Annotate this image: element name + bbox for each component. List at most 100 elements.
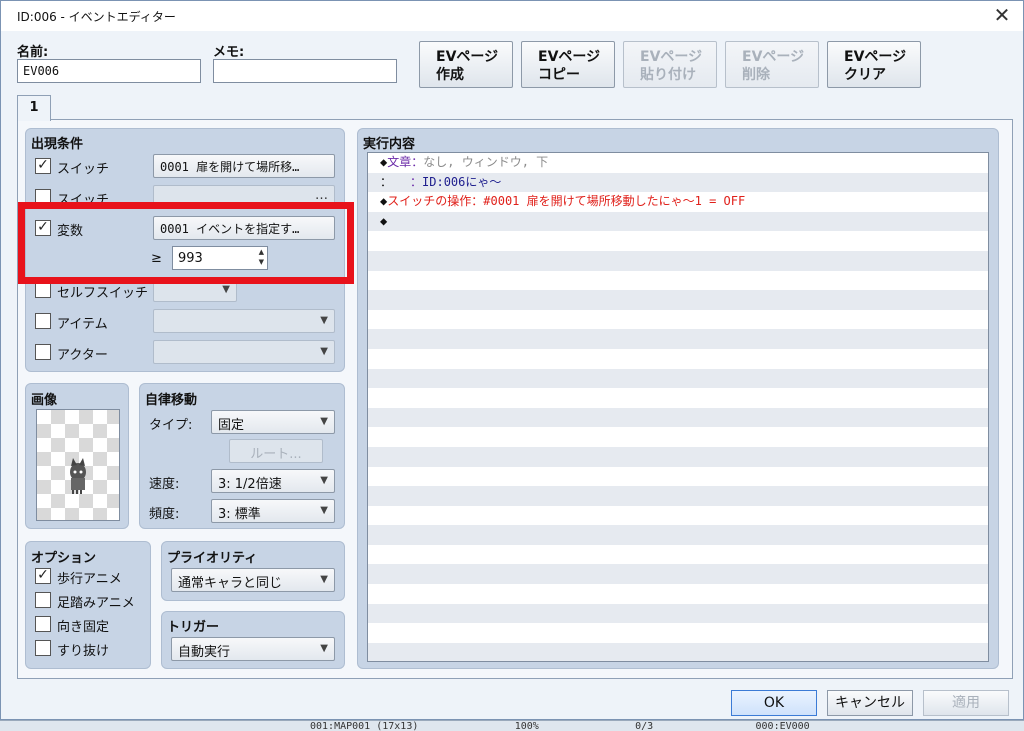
switch1-value: 0001 扉を開けて場所移… xyxy=(160,160,300,174)
frequency-label: 頻度: xyxy=(149,507,180,522)
button-line1: EVページ xyxy=(844,49,907,65)
button-line1: EVページ xyxy=(436,49,499,65)
type-select[interactable]: 固定 ▼ xyxy=(211,410,335,434)
item-label: アイテム xyxy=(57,317,108,332)
frequency-value: 3: 標準 xyxy=(218,507,261,522)
button-line2: 削除 xyxy=(742,67,770,83)
chevron-down-icon: ▼ xyxy=(222,284,230,295)
list-item xyxy=(368,603,988,624)
tab-page-1[interactable]: 1 xyxy=(17,95,51,121)
item-select[interactable]: ▼ xyxy=(153,309,335,333)
actor-select[interactable]: ▼ xyxy=(153,340,335,364)
command-args: なし, ウィンドウ, 下 xyxy=(423,155,549,169)
line-separator: ： xyxy=(411,155,424,169)
button-line1: EVページ xyxy=(640,49,703,65)
list-item xyxy=(368,505,988,526)
list-item xyxy=(368,407,988,428)
button-line1: EVページ xyxy=(538,49,601,65)
ev-page-paste-button[interactable]: EVページ 貼り付け xyxy=(623,41,717,88)
type-label: タイプ: xyxy=(149,418,193,433)
list-item xyxy=(368,446,988,467)
button-line2: 作成 xyxy=(436,67,464,83)
chevron-down-icon: ▼ xyxy=(320,505,328,516)
walking-anim-checkbox[interactable]: ✓ xyxy=(35,568,51,584)
ellipsis-icon: … xyxy=(315,188,328,203)
name-field[interactable]: EV006 xyxy=(17,59,201,83)
autonomous-title: 自律移動 xyxy=(145,393,198,408)
chevron-down-icon: ▼ xyxy=(320,574,328,585)
ev-page-create-button[interactable]: EVページ 作成 xyxy=(419,41,513,88)
event-command-list[interactable]: ◆文章：なし, ウィンドウ, 下 ： ：ID:006にゃ～ ◆スイッチの操作：#… xyxy=(367,152,989,662)
item-checkbox[interactable] xyxy=(35,313,51,329)
list-item xyxy=(368,368,988,389)
options-title: オプション xyxy=(31,551,97,566)
self-switch-checkbox[interactable] xyxy=(35,282,51,298)
cancel-button[interactable]: キャンセル xyxy=(827,690,913,716)
list-item[interactable]: ： ：ID:006にゃ～ xyxy=(368,172,988,193)
list-item xyxy=(368,486,988,506)
chevron-down-icon: ▼ xyxy=(320,315,328,326)
list-item xyxy=(368,466,988,487)
list-item xyxy=(368,348,988,369)
actor-label: アクター xyxy=(57,348,108,363)
button-line2: 貼り付け xyxy=(640,67,696,83)
route-button[interactable]: ルート... xyxy=(229,439,323,463)
ev-page-copy-button[interactable]: EVページ コピー xyxy=(521,41,615,88)
list-item[interactable]: ◆ xyxy=(368,211,988,232)
chevron-down-icon: ▼ xyxy=(320,346,328,357)
button-line2: コピー xyxy=(538,67,580,83)
through-checkbox[interactable] xyxy=(35,640,51,656)
background-status-strip: 001:MAP001 (17x13) 100% 0/3 000:EV000 xyxy=(0,720,1024,731)
walking-anim-label: 歩行アニメ xyxy=(57,572,122,587)
switch1-checkbox[interactable]: ✓ xyxy=(35,158,51,174)
command-args: ID:006にゃ～ xyxy=(422,174,502,189)
ok-button[interactable]: OK xyxy=(731,690,817,716)
frequency-select[interactable]: 3: 標準 ▼ xyxy=(211,499,335,523)
button-line2: クリア xyxy=(844,67,886,83)
list-item xyxy=(368,309,988,330)
priority-value: 通常キャラと同じ xyxy=(178,576,283,591)
list-item xyxy=(368,564,988,585)
type-value: 固定 xyxy=(218,418,245,433)
trigger-select[interactable]: 自動実行 ▼ xyxy=(171,637,335,661)
title-bar: ID:006 - イベントエディター ✕ xyxy=(1,1,1023,31)
list-item xyxy=(368,544,988,565)
stepping-anim-checkbox[interactable] xyxy=(35,592,51,608)
list-item xyxy=(368,290,988,310)
speed-select[interactable]: 3: 1/2倍速 ▼ xyxy=(211,469,335,493)
list-item xyxy=(368,623,988,643)
close-icon[interactable]: ✕ xyxy=(989,3,1015,29)
list-item xyxy=(368,250,988,271)
trigger-value: 自動実行 xyxy=(178,645,231,660)
line-separator: ： xyxy=(386,174,423,189)
self-switch-label: セルフスイッチ xyxy=(57,286,149,301)
trigger-title: トリガー xyxy=(167,620,220,635)
conditions-title: 出現条件 xyxy=(31,137,84,152)
list-item xyxy=(368,388,988,408)
chevron-down-icon: ▼ xyxy=(320,475,328,486)
character-image[interactable] xyxy=(36,409,120,521)
list-item xyxy=(368,642,988,661)
button-line1: EVページ xyxy=(742,49,805,65)
speed-label: 速度: xyxy=(149,477,180,492)
memo-label: メモ: xyxy=(213,45,245,60)
actor-checkbox[interactable] xyxy=(35,344,51,360)
command-name: スイッチの操作 xyxy=(387,194,472,209)
list-item xyxy=(368,329,988,349)
cat-sprite-icon xyxy=(70,458,86,494)
switch1-select[interactable]: 0001 扉を開けて場所移… xyxy=(153,154,335,178)
stepping-anim-label: 足踏みアニメ xyxy=(57,596,135,611)
list-item[interactable]: ◆スイッチの操作：#0001 扉を開けて場所移動したにゃ～1 = OFF xyxy=(368,192,988,212)
line-prefix: ◆ xyxy=(380,213,388,228)
list-item xyxy=(368,270,988,291)
highlight-box xyxy=(18,202,354,284)
list-item[interactable]: ◆文章：なし, ウィンドウ, 下 xyxy=(368,153,988,173)
priority-select[interactable]: 通常キャラと同じ ▼ xyxy=(171,568,335,592)
memo-field[interactable] xyxy=(213,59,397,83)
ev-page-delete-button[interactable]: EVページ 削除 xyxy=(725,41,819,88)
name-label: 名前: xyxy=(17,45,49,60)
apply-button[interactable]: 適用 xyxy=(923,690,1009,716)
ev-page-clear-button[interactable]: EVページ クリア xyxy=(827,41,921,88)
direction-fix-checkbox[interactable] xyxy=(35,616,51,632)
direction-fix-label: 向き固定 xyxy=(57,620,110,635)
